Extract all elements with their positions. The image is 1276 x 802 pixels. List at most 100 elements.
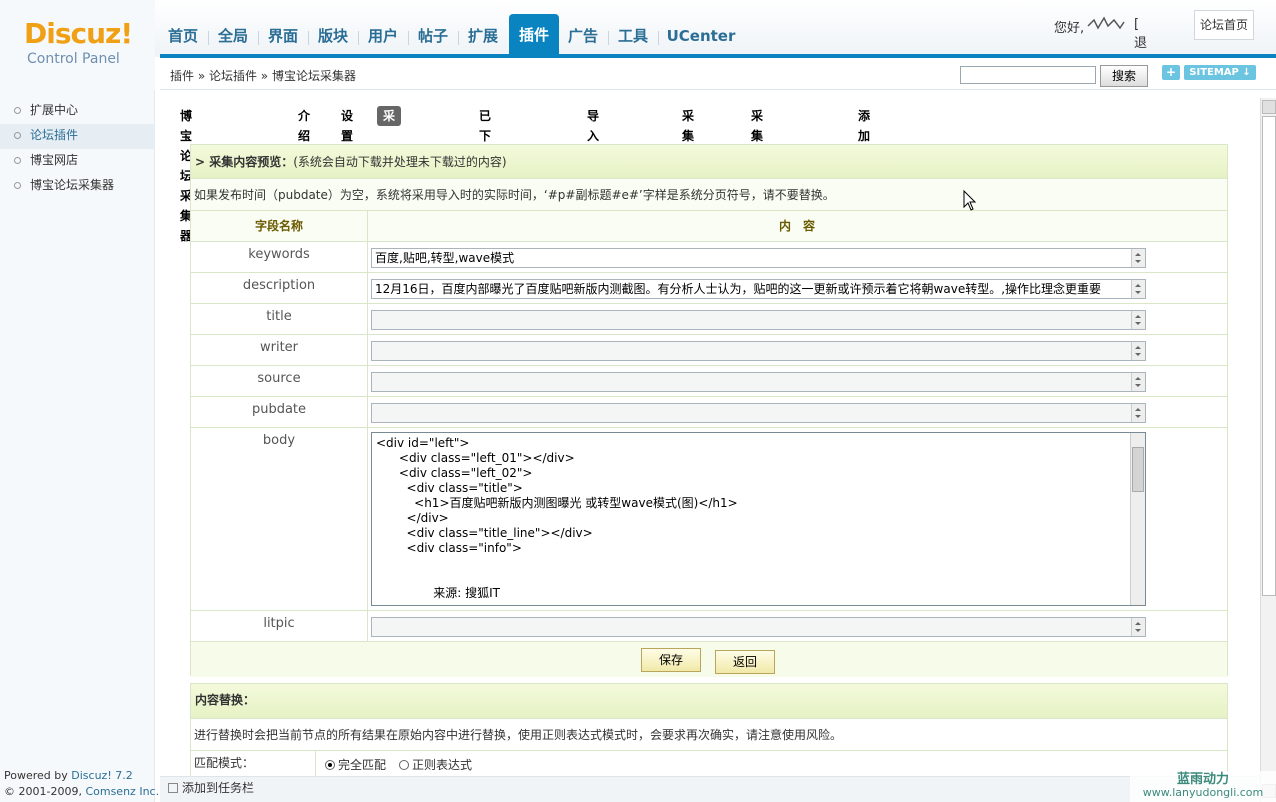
field-value: 百度,贴吧,转型,wave模式	[375, 251, 515, 265]
table-row: description 12月16日，百度内部曝光了百度贴吧新版内测截图。有分析…	[191, 273, 1227, 304]
source-field[interactable]	[371, 372, 1146, 392]
col-content-header: 内 容	[778, 219, 815, 233]
tab-divider	[458, 31, 459, 45]
spin-icon[interactable]	[1131, 280, 1145, 298]
plugin-tab-undownloaded[interactable]: 采集未下载内容	[751, 106, 763, 243]
tab-divider	[208, 31, 209, 45]
field-label: keywords	[248, 247, 310, 262]
keywords-field[interactable]: 百度,贴吧,转型,wave模式	[371, 248, 1146, 268]
sidebar-item-label: 博宝论坛采集器	[30, 178, 115, 192]
writer-field[interactable]	[371, 341, 1146, 361]
tab-forums[interactable]: 版块	[310, 21, 356, 54]
body-line: </div>	[376, 511, 449, 525]
pubdate-field[interactable]	[371, 403, 1146, 423]
page-scrollbar[interactable]	[1260, 98, 1276, 802]
tab-extensions[interactable]: 扩展	[460, 21, 506, 54]
litpic-field[interactable]	[371, 617, 1146, 637]
tab-divider	[658, 31, 659, 45]
preview-panel: > 采集内容预览：(系统会自动下载并处理未下载过的内容) 如果发布时间（pubd…	[190, 144, 1228, 677]
sidebar-item-shop[interactable]: 博宝网店	[0, 149, 155, 174]
spin-icon[interactable]	[1131, 404, 1145, 422]
radio-regex[interactable]: 正则表达式	[399, 756, 472, 773]
col-field-header: 字段名称	[254, 219, 303, 233]
plugin-tab-settings[interactable]: 设置	[341, 106, 353, 143]
radio-unchecked-icon[interactable]	[399, 760, 409, 770]
divider	[367, 304, 368, 334]
tab-divider	[358, 31, 359, 45]
button-row: 保存 返回	[191, 642, 1227, 677]
divider	[367, 397, 368, 427]
field-label: writer	[259, 340, 299, 355]
divider	[367, 611, 368, 641]
bullet-icon	[14, 107, 21, 114]
preview-heading: > 采集内容预览：(系统会自动下载并处理未下载过的内容)	[191, 145, 1227, 179]
back-button[interactable]: 返回	[715, 650, 775, 674]
radio-checked-icon[interactable]	[325, 760, 335, 770]
tab-users[interactable]: 用户	[360, 21, 406, 54]
spin-icon[interactable]	[1131, 249, 1145, 267]
tab-ads[interactable]: 广告	[560, 21, 606, 54]
table-row: writer	[191, 335, 1227, 366]
product-link[interactable]: Discuz! 7.2	[71, 769, 132, 782]
title-field[interactable]	[371, 310, 1146, 330]
sidebar-item-ext-center[interactable]: 扩展中心	[0, 99, 155, 124]
radio-label: 完全匹配	[338, 758, 387, 772]
username-icon	[1087, 16, 1125, 30]
sidebar-item-collector[interactable]: 博宝论坛采集器	[0, 174, 155, 199]
scroll-thumb[interactable]	[1132, 447, 1144, 492]
divider	[315, 751, 316, 776]
search-button[interactable]: 搜索	[1100, 65, 1148, 87]
sidebar-item-label: 论坛插件	[30, 128, 79, 142]
sidebar-item-label: 博宝网店	[30, 153, 79, 167]
spin-icon[interactable]	[1131, 311, 1145, 329]
divider	[367, 428, 368, 610]
plus-icon	[168, 783, 178, 793]
tab-interface[interactable]: 界面	[260, 21, 306, 54]
table-row: source	[191, 366, 1227, 397]
save-button[interactable]: 保存	[641, 648, 701, 672]
forum-home-button[interactable]: 论坛首页	[1194, 10, 1254, 40]
spin-icon[interactable]	[1131, 373, 1145, 391]
search-input[interactable]	[960, 66, 1096, 84]
tab-tools[interactable]: 工具	[610, 21, 656, 54]
logo[interactable]: Discuz! Control Panel	[0, 0, 155, 90]
tab-home[interactable]: 首页	[160, 21, 206, 54]
sitemap-button[interactable]: SITEMAP ↓	[1184, 65, 1256, 80]
radio-exact[interactable]: 完全匹配	[325, 756, 386, 773]
powered-label: Powered by	[4, 769, 68, 782]
body-scrollbar[interactable]	[1130, 433, 1145, 605]
tab-ucenter[interactable]: UCenter	[660, 21, 742, 54]
body-textarea[interactable]: <div id="left"> <div class="left_01"></d…	[371, 432, 1146, 606]
divider	[367, 273, 368, 303]
plugin-tab-import[interactable]: 导入采集规则	[587, 106, 599, 223]
field-label: title	[266, 309, 292, 324]
spin-icon[interactable]	[1131, 618, 1145, 636]
plugin-tab-add-node[interactable]: 添加新节点	[858, 106, 870, 203]
plugin-tab-nodes[interactable]: 采集节点管理	[377, 106, 402, 223]
scroll-up-icon[interactable]	[1262, 100, 1276, 114]
plugin-tab-downloaded[interactable]: 已下载内容管理	[479, 106, 491, 243]
greeting: 您好,	[1054, 21, 1085, 36]
breadcrumb: 插件 » 论坛插件 » 博宝论坛采集器	[170, 69, 356, 83]
plugin-title: 博宝论坛采集器	[180, 109, 193, 243]
taskbar[interactable]: 添加到任务栏	[160, 776, 1260, 802]
table-row: body <div id="left"> <div class="left_01…	[191, 428, 1227, 611]
description-field[interactable]: 12月16日，百度内部曝光了百度贴吧新版内测截图。有分析人士认为，贴吧的这一更新…	[371, 279, 1146, 299]
tab-plugins[interactable]: 插件	[509, 14, 559, 54]
tab-posts[interactable]: 帖子	[410, 21, 456, 54]
header: Discuz! Control Panel 首页 全局 界面 版块 用户 帖子 …	[0, 0, 1276, 90]
spin-icon[interactable]	[1131, 342, 1145, 360]
preview-heading-title: > 采集内容预览：	[195, 155, 294, 169]
plugin-tab-monitor[interactable]: 采集监控	[682, 106, 694, 183]
sidebar-item-label: 扩展中心	[30, 103, 79, 117]
plugin-tab-intro[interactable]: 介绍	[298, 106, 310, 143]
scroll-thumb[interactable]	[1262, 116, 1276, 596]
sidebar-item-forum-plugins[interactable]: 论坛插件	[0, 124, 155, 149]
divider	[367, 242, 368, 272]
tab-divider	[608, 31, 609, 45]
add-shortcut-button[interactable]: +	[1162, 65, 1180, 80]
divider	[367, 335, 368, 365]
company-link[interactable]: Comsenz Inc.	[85, 785, 159, 798]
body-line: <div class="left_02">	[376, 466, 533, 480]
tab-global[interactable]: 全局	[210, 21, 256, 54]
